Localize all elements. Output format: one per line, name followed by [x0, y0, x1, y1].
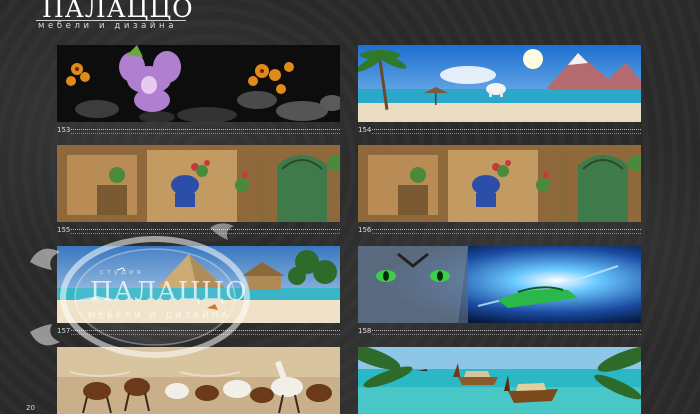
item-caption: 156 — [358, 224, 641, 236]
photo-courtyard — [57, 145, 340, 222]
item-caption: 155 — [57, 224, 340, 236]
item-caption: 158 — [358, 325, 641, 337]
photo-horses — [57, 347, 340, 414]
item-number: 153 — [57, 126, 71, 134]
photo-beach-polar-bear — [358, 45, 641, 122]
photo-courtyard — [358, 145, 641, 222]
page-number: 20 — [26, 404, 35, 412]
item-caption: 153 — [57, 124, 340, 136]
photo-orchid — [57, 45, 340, 122]
item-number: 154 — [358, 126, 372, 134]
item-number: 158 — [358, 327, 372, 335]
photo-tiger-car — [358, 246, 641, 323]
photo-lagoon-boats — [358, 347, 641, 414]
item-number: 156 — [358, 226, 372, 234]
photo-beach-pyramid — [57, 246, 340, 323]
item-caption: 154 — [358, 124, 641, 136]
item-number: 155 — [57, 226, 71, 234]
brand-tagline: мебели и дизайна — [38, 21, 178, 31]
item-number: 157 — [57, 327, 71, 335]
item-caption: 157 — [57, 325, 340, 337]
brand-logo: ПАЛАЦЦО мебели и дизайна — [28, 0, 193, 34]
